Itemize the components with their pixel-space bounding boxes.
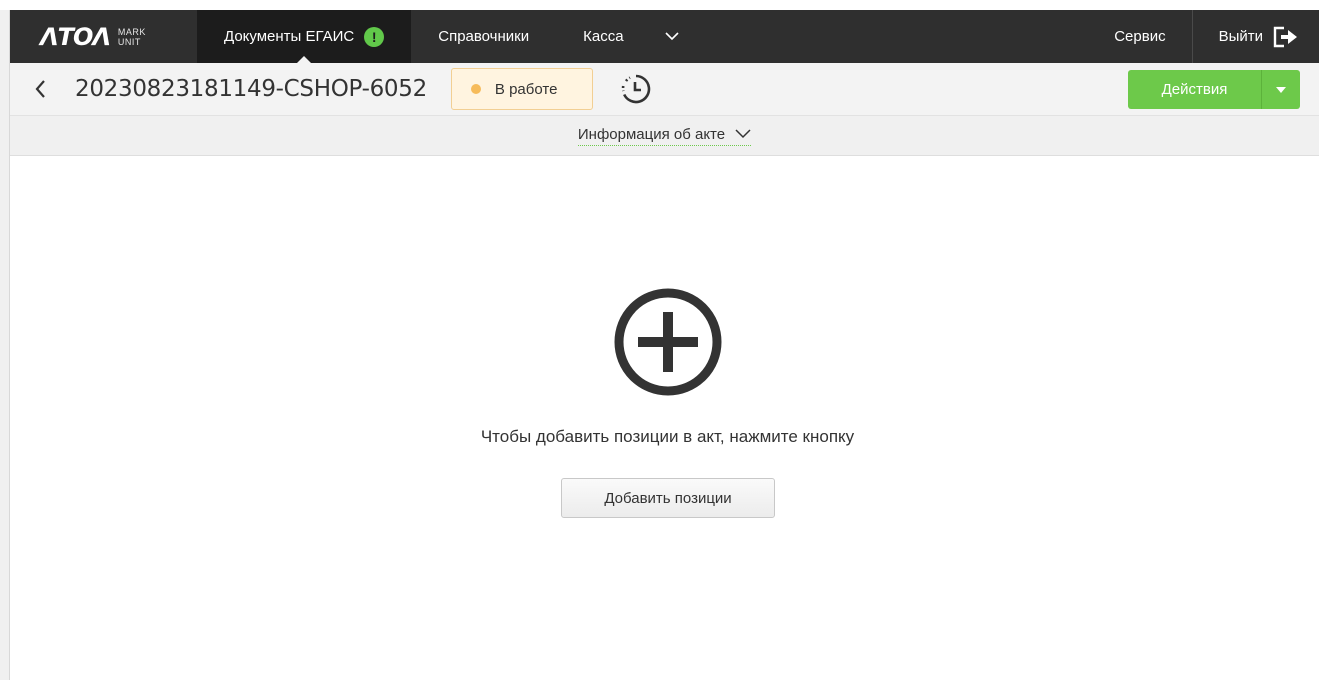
logo-subtitle-bottom: UNIT <box>117 36 141 47</box>
logo[interactable]: ΛTOΛ MARK UNIT <box>10 10 197 63</box>
nav-item-label: Касса <box>583 28 624 45</box>
logout-button[interactable]: Выйти <box>1191 10 1319 63</box>
add-positions-button[interactable]: Добавить позиции <box>561 478 775 518</box>
nav-more-chevron-down-icon[interactable] <box>624 10 698 63</box>
nav-item-label: Справочники <box>438 28 530 45</box>
window-frame-top <box>0 0 1319 10</box>
status-label: В работе <box>494 80 558 98</box>
nav-item-cash-register[interactable]: Касса <box>556 10 623 63</box>
logo-wordmark: ΛTOΛ <box>40 22 111 51</box>
logout-label: Выйти <box>1218 28 1263 45</box>
nav-item-egais-documents[interactable]: Документы ЕГАИС ! <box>197 10 412 63</box>
back-chevron-left-icon[interactable] <box>21 69 61 109</box>
empty-state: Чтобы добавить позиции в акт, нажмите кн… <box>10 157 1319 680</box>
status-badge: В работе <box>450 68 593 110</box>
alert-badge-icon: ! <box>364 26 385 47</box>
nav-item-service[interactable]: Сервис <box>1088 10 1191 63</box>
add-circle-plus-icon[interactable] <box>613 287 723 397</box>
status-dot-icon <box>470 84 481 94</box>
actions-button[interactable]: Действия <box>1128 70 1261 109</box>
document-header: 20230823181149-CSHOP-6052 В работе Дейст… <box>10 63 1319 116</box>
logo-subtitle-top: MARK <box>117 26 146 37</box>
nav-item-label: Документы ЕГАИС <box>224 28 355 45</box>
document-title: 20230823181149-CSHOP-6052 <box>75 76 427 102</box>
act-info-toggle[interactable]: Информация об акте <box>577 125 752 146</box>
logout-icon <box>1273 26 1297 47</box>
empty-state-message: Чтобы добавить позиции в акт, нажмите кн… <box>480 427 855 446</box>
act-info-label: Информация об акте <box>577 125 726 143</box>
actions-dropdown-caret-icon[interactable] <box>1261 70 1300 109</box>
act-info-bar: Информация об акте <box>10 116 1319 156</box>
top-navigation: ΛTOΛ MARK UNIT Документы ЕГАИС ! Справоч… <box>10 10 1319 63</box>
nav-item-directories[interactable]: Справочники <box>411 10 556 63</box>
chevron-down-icon <box>735 129 751 139</box>
logo-subtitle: MARK UNIT <box>118 27 146 47</box>
app: ΛTOΛ MARK UNIT Документы ЕГАИС ! Справоч… <box>10 10 1319 680</box>
service-label: Сервис <box>1114 28 1166 45</box>
history-clock-icon[interactable] <box>620 73 652 105</box>
actions-split-button: Действия <box>1128 70 1300 109</box>
window-frame-left <box>0 10 10 680</box>
